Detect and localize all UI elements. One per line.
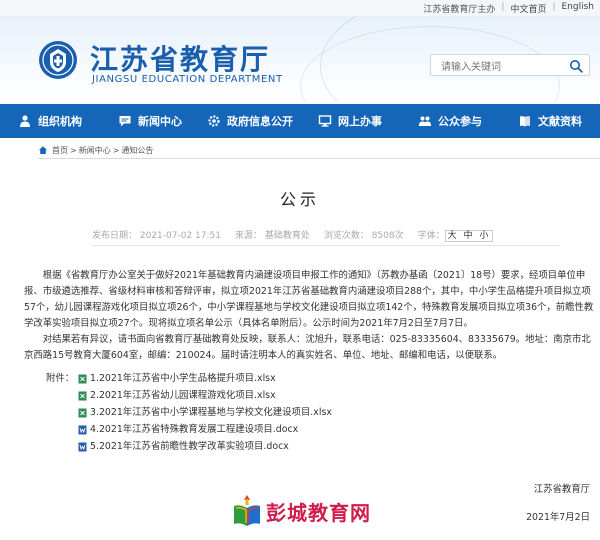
site-header: 江苏省教育厅 JIANGSU EDUCATION DEPARTMENT — [0, 16, 600, 102]
attachment-name: 3.2021年江苏省中小学课程基地与学校文化建设项目.xlsx — [90, 407, 332, 418]
group-icon — [418, 116, 432, 126]
attachment-name: 4.2021年江苏省特殊教育发展工程建设项目.docx — [90, 424, 299, 435]
site-subtitle: JIANGSU EDUCATION DEPARTMENT — [92, 74, 283, 85]
search-icon[interactable] — [569, 59, 583, 73]
attachment-link[interactable]: 5.2021年江苏省前瞻性教学改革实验项目.docx — [78, 438, 332, 455]
watermark: 彭城教育网 — [232, 494, 371, 528]
chinese-home-link[interactable]: 中文首页 — [510, 2, 546, 15]
attachment-name: 5.2021年江苏省前瞻性教学改革实验项目.docx — [90, 441, 289, 452]
nav-item-news[interactable]: 新闻中心 — [100, 104, 200, 138]
divider — [38, 158, 600, 159]
view-count: 浏览次数： 8508次 — [323, 231, 404, 241]
nav-label: 政府信息公开 — [227, 115, 293, 128]
department-emblem-icon[interactable] — [38, 40, 78, 80]
nav-label: 组织机构 — [38, 115, 82, 128]
font-size-label: 字体： — [417, 231, 445, 241]
attachment-link[interactable]: 4.2021年江苏省特殊教育发展工程建设项目.docx — [78, 421, 332, 438]
nav-item-organization[interactable]: 组织机构 — [0, 104, 100, 138]
nav-label: 网上办事 — [338, 115, 382, 128]
books-logo-icon — [234, 495, 260, 526]
book-icon — [520, 116, 530, 127]
monitor-icon — [318, 115, 332, 127]
search-input[interactable] — [431, 57, 561, 78]
watermark-text: 彭城教育网 — [266, 500, 371, 525]
word-file-icon — [78, 442, 87, 451]
excel-file-icon — [78, 408, 87, 417]
divider — [92, 245, 560, 246]
nav-item-gov-info[interactable]: 政府信息公开 — [200, 104, 300, 138]
attachment-name: 1.2021年江苏省中小学生品格提升项目.xlsx — [90, 373, 276, 384]
home-icon — [39, 146, 47, 154]
nav-item-documents[interactable]: 文献资料 — [500, 104, 600, 138]
breadcrumb: 首页 > 新闻中心 > 通知公告 — [38, 143, 153, 157]
nav-label: 公众参与 — [438, 115, 482, 128]
breadcrumb-separator: > — [70, 145, 77, 155]
people-icon — [20, 115, 30, 127]
breadcrumb-separator: > — [112, 145, 120, 155]
attachment-name: 2.2021年江苏省幼儿园课程游戏化项目.xlsx — [90, 390, 276, 401]
attachments-label: 附件： — [46, 373, 75, 384]
main-nav: 组织机构 新闻中心 政府信息公开 网上办事 公众参与 文献资料 — [0, 104, 600, 138]
signature-date: 2021年7月2日 — [526, 512, 590, 523]
attachment-link[interactable]: 3.2021年江苏省中小学课程基地与学校文化建设项目.xlsx — [78, 404, 332, 421]
publish-date: 发布日期： 2021-07-02 17:51 — [92, 231, 221, 241]
excel-file-icon — [78, 391, 87, 400]
site-title[interactable]: 江苏省教育厅 — [90, 38, 270, 78]
nav-item-public-participation[interactable]: 公众参与 — [400, 104, 500, 138]
paragraph: 根据《省教育厅办公室关于做好2021年基础教育内涵建设项目申报工作的通知》（苏教… — [24, 270, 594, 329]
word-file-icon — [78, 425, 87, 434]
search-box — [430, 54, 590, 78]
chat-icon — [119, 116, 131, 127]
font-size-control: 字体：大 中 小 — [417, 228, 494, 242]
gear-icon — [208, 115, 220, 127]
article-title: 公示 — [279, 190, 320, 209]
nav-label: 新闻中心 — [138, 115, 182, 128]
attachment-link[interactable]: 1.2021年江苏省中小学生品格提升项目.xlsx — [78, 370, 332, 387]
paragraph: 对结果若有异议，请书面向省教育厅基础教育处反映，联系人：沈旭升，联系电话：025… — [24, 334, 591, 361]
nav-label: 文献资料 — [538, 115, 582, 128]
article-body: 根据《省教育厅办公室关于做好2021年基础教育内涵建设项目申报工作的通知》（苏教… — [24, 268, 594, 364]
attachment-link[interactable]: 2.2021年江苏省幼儿园课程游戏化项目.xlsx — [78, 387, 332, 404]
attachment-list: 1.2021年江苏省中小学生品格提升项目.xlsx 2.2021年江苏省幼儿园课… — [78, 370, 332, 455]
breadcrumb-news[interactable]: 新闻中心 — [79, 145, 111, 156]
top-utility-bar: 江苏省教育厅主办 | 中文首页 | English — [0, 0, 600, 16]
english-link[interactable]: English — [562, 2, 595, 15]
signature-org: 江苏省教育厅 — [533, 484, 590, 495]
article-meta: 发布日期： 2021-07-02 17:51 来源： 基础教育处 浏览次数： 8… — [92, 228, 494, 242]
excel-file-icon — [78, 374, 87, 383]
article-source: 来源： 基础教育处 — [234, 231, 310, 241]
nav-item-online-services[interactable]: 网上办事 — [300, 104, 400, 138]
breadcrumb-home[interactable]: 首页 — [52, 145, 68, 156]
font-size-options[interactable]: 大 中 小 — [444, 230, 494, 242]
top-links: 江苏省教育厅主办 | 中文首页 | English — [423, 2, 594, 15]
breadcrumb-notice[interactable]: 通知公告 — [121, 145, 153, 156]
sponsor-text: 江苏省教育厅主办 — [423, 5, 496, 15]
